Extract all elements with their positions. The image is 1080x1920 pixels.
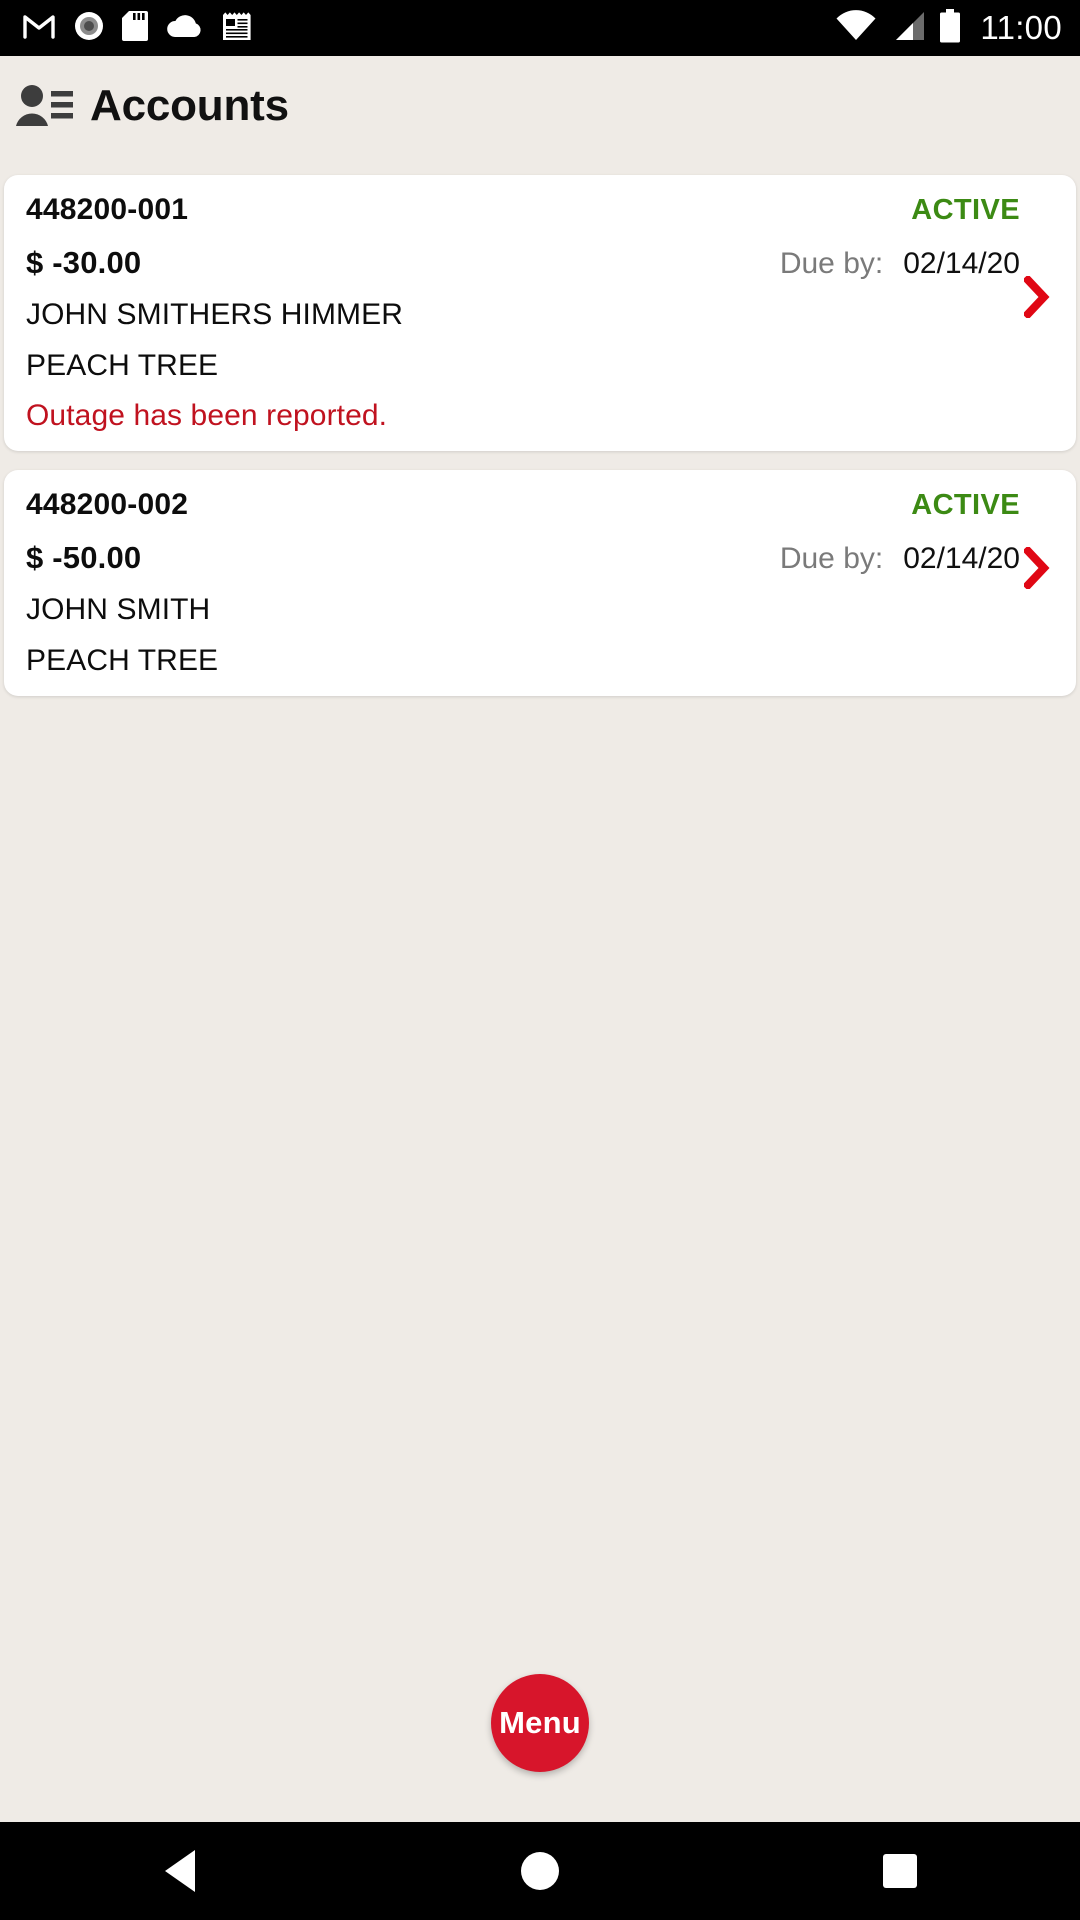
status-bar: 11:00 [0,0,1080,56]
account-card-amount-row: $ -50.00 Due by: 02/14/20 [4,540,1076,576]
service-location: PEACH TREE [26,349,219,382]
due-date-group: Due by: 02/14/20 [780,247,1020,281]
page-title: Accounts [90,81,289,130]
account-balance: $ -30.00 [26,245,142,280]
cloud-icon [166,13,204,44]
service-location: PEACH TREE [26,644,219,677]
sd-card-icon [122,10,148,47]
gmail-icon [22,13,56,44]
account-card-header: 448200-002 ACTIVE [4,488,1076,522]
customer-name: JOHN SMITH [26,593,211,626]
due-by-label: Due by: [779,542,884,575]
status-badge: ACTIVE [911,489,1020,521]
battery-icon [939,8,961,48]
account-card-header: 448200-001 ACTIVE [4,193,1076,227]
chevron-right-icon[interactable] [1020,275,1054,319]
cellular-signal-icon [890,10,926,47]
chevron-right-icon[interactable] [1020,546,1054,590]
app-bar: Accounts [0,56,1080,156]
home-circle-icon [521,1852,559,1890]
account-card[interactable]: 448200-001 ACTIVE $ -30.00 Due by: 02/14… [4,175,1076,451]
account-number: 448200-002 [26,488,189,521]
due-date-group: Due by: 02/14/20 [780,542,1020,576]
menu-fab-label: Menu [499,1705,581,1740]
news-icon [222,11,252,46]
status-bar-notification-icons [22,10,252,47]
back-triangle-icon [165,1850,195,1892]
accounts-contact-icon [14,75,76,137]
account-balance: $ -50.00 [26,540,142,575]
nav-recents-button[interactable] [840,1822,960,1920]
customer-name: JOHN SMITHERS HIMMER [26,298,403,331]
wifi-icon [835,9,877,47]
account-card[interactable]: 448200-002 ACTIVE $ -50.00 Due by: 02/14… [4,470,1076,696]
recents-square-icon [883,1854,917,1888]
record-circle-icon [74,11,104,46]
account-card-amount-row: $ -30.00 Due by: 02/14/20 [4,245,1076,281]
status-bar-system-icons: 11:00 [835,8,1062,48]
nav-back-button[interactable] [120,1822,240,1920]
menu-fab-button[interactable]: Menu [491,1674,589,1772]
phone-screen: 11:00 Accounts 448200-001 ACTIVE $ -30.0… [0,0,1080,1920]
status-badge: ACTIVE [911,194,1020,226]
due-by-date: 02/14/20 [903,542,1020,575]
accounts-list[interactable]: 448200-001 ACTIVE $ -30.00 Due by: 02/14… [0,156,1080,1822]
status-bar-clock: 11:00 [980,9,1062,46]
android-navigation-bar [0,1822,1080,1920]
account-number: 448200-001 [26,193,189,226]
nav-home-button[interactable] [480,1822,600,1920]
due-by-label: Due by: [779,247,884,280]
due-by-date: 02/14/20 [903,247,1020,280]
outage-alert-text: Outage has been reported. [26,399,388,432]
